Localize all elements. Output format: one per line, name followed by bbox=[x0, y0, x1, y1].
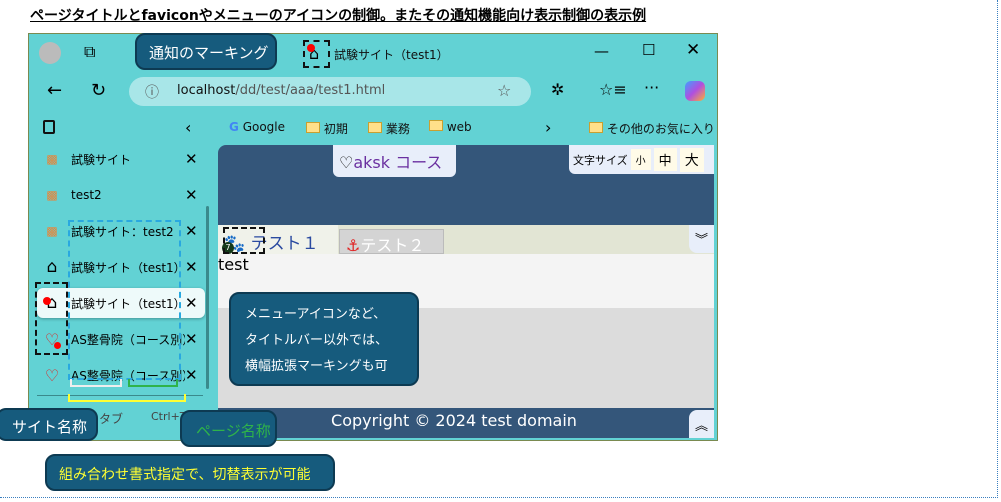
tab-icon-highlight bbox=[223, 227, 265, 254]
font-size-small-button[interactable]: 小 bbox=[630, 149, 651, 170]
google-icon: G bbox=[229, 120, 239, 134]
callout-menu-icon: メニューアイコンなど、 タイトルバー以外では、 横幅拡張マーキングも可 bbox=[229, 292, 419, 386]
heart-icon: ♡ bbox=[44, 365, 60, 385]
collapse-sidebar-icon[interactable]: ‹ bbox=[185, 118, 191, 137]
callout-site-name: サイト名称 bbox=[0, 408, 98, 441]
close-tab-icon[interactable]: ✕ bbox=[185, 330, 205, 348]
callout-combined: 組み合わせ書式指定で、切替表示が可能 bbox=[45, 454, 335, 491]
scroll-top-button[interactable]: ︽ bbox=[689, 410, 714, 438]
menu-tab-2[interactable]: ⚓テスト２ bbox=[339, 229, 444, 255]
refresh-button[interactable]: ↻ bbox=[91, 80, 106, 101]
info-icon[interactable]: ⓘ bbox=[145, 82, 159, 102]
other-bookmarks[interactable]: その他のお気に入り bbox=[589, 120, 715, 137]
bookmark-label: web bbox=[446, 120, 472, 134]
address-bar[interactable]: ⓘ localhost/dd/test/aaa/test1.html ☆ bbox=[129, 77, 531, 106]
body-text: test bbox=[218, 255, 249, 274]
callout-text: ページ名称 bbox=[196, 422, 271, 440]
title-range-highlight bbox=[68, 220, 181, 380]
bookmark-folder[interactable]: 初期 bbox=[306, 120, 348, 137]
marking-highlight bbox=[303, 40, 330, 68]
url-path: /dd/test/aaa/test1.html bbox=[235, 83, 386, 98]
icon-marking-highlight bbox=[35, 282, 68, 355]
font-size-label: 文字サイズ bbox=[573, 153, 628, 167]
favorite-star-icon[interactable]: ☆ bbox=[497, 81, 511, 100]
url-text: localhost/dd/test/aaa/test1.html bbox=[177, 83, 385, 98]
tab-label: test2 bbox=[71, 188, 102, 202]
new-tab-button[interactable]: タブ bbox=[99, 410, 123, 427]
callout-marking: 通知のマーキング bbox=[135, 33, 277, 70]
close-tab-icon[interactable]: ✕ bbox=[185, 258, 205, 276]
tab-title[interactable]: 試験サイト（test1） bbox=[334, 46, 449, 63]
more-menu-icon[interactable]: ··· bbox=[644, 78, 659, 97]
font-size-box: 文字サイズ 小 中 大 bbox=[569, 145, 714, 174]
menu-expand-button[interactable]: ︾ bbox=[689, 225, 714, 253]
menu-tab-label: テスト２ bbox=[360, 236, 425, 255]
profile-avatar[interactable] bbox=[39, 42, 61, 64]
callout-text: メニューアイコンなど、 bbox=[245, 307, 387, 322]
folder-icon bbox=[368, 122, 382, 133]
url-host: localhost bbox=[177, 83, 236, 98]
bookmark-label: Google bbox=[242, 120, 286, 134]
minimize-button[interactable]: — bbox=[594, 42, 609, 60]
site-name-bracket bbox=[70, 379, 122, 387]
other-bookmarks-label: その他のお気に入り bbox=[606, 122, 715, 136]
anchor-icon: ⚓ bbox=[346, 236, 361, 255]
cat-image-icon: ▩ bbox=[46, 152, 58, 166]
frame-border bbox=[0, 497, 998, 498]
cat-image-icon: ▩ bbox=[46, 188, 58, 202]
close-tab-icon[interactable]: ✕ bbox=[185, 222, 205, 240]
font-size-medium-button[interactable]: 中 bbox=[653, 148, 677, 171]
callout-text: 横幅拡張マーキングも可 bbox=[245, 359, 388, 374]
close-tab-icon[interactable]: ✕ bbox=[185, 150, 205, 168]
close-tab-icon[interactable]: ✕ bbox=[185, 294, 205, 312]
callout-text: 組み合わせ書式指定で、切替表示が可能 bbox=[59, 467, 311, 483]
callout-text: タイトルバー以外では、 bbox=[245, 333, 389, 348]
frame-border bbox=[997, 0, 998, 498]
sidebar-toggle-icon[interactable] bbox=[43, 120, 55, 134]
back-button[interactable]: ← bbox=[47, 80, 62, 101]
bookmarks-more-icon[interactable]: › bbox=[545, 118, 551, 137]
close-tab-icon[interactable]: ✕ bbox=[185, 366, 205, 384]
favorites-icon[interactable]: ☆≡ bbox=[599, 80, 627, 99]
workspaces-icon[interactable]: ⧉ bbox=[84, 42, 95, 62]
close-tab-icon[interactable]: ✕ bbox=[185, 186, 205, 204]
folder-icon bbox=[589, 122, 603, 133]
font-size-large-button[interactable]: 大 bbox=[679, 147, 704, 172]
page-title: ページタイトルとfaviconやメニューのアイコンの制御。またその通知機能向け表… bbox=[30, 8, 647, 24]
bookmark-label: 初期 bbox=[323, 122, 348, 136]
extensions-icon[interactable]: ✲ bbox=[551, 80, 564, 99]
heart-outline-icon: ♡ bbox=[339, 153, 354, 172]
cat-image-icon: ▩ bbox=[46, 224, 58, 238]
brand-name: aksk コース bbox=[353, 153, 443, 172]
combined-bracket bbox=[68, 394, 186, 402]
page-name-bracket bbox=[128, 379, 178, 387]
footer-copyright: Copyright © 2024 test domain bbox=[331, 411, 577, 430]
copilot-icon[interactable] bbox=[685, 81, 705, 101]
vertical-tab[interactable]: ▩ 試験サイト ✕ bbox=[37, 144, 205, 174]
close-window-button[interactable]: ✕ bbox=[686, 40, 700, 60]
bookmark-label: 業務 bbox=[385, 122, 410, 136]
home-icon: ⌂ bbox=[46, 257, 58, 277]
maximize-button[interactable]: ☐ bbox=[642, 41, 655, 59]
bookmark-folder[interactable]: web bbox=[429, 120, 472, 134]
tab-label: 試験サイト bbox=[71, 152, 132, 167]
bookmark-folder[interactable]: 業務 bbox=[368, 120, 410, 137]
brand-box[interactable]: ♡aksk コース bbox=[333, 145, 456, 177]
folder-icon bbox=[306, 122, 320, 133]
vertical-tab[interactable]: ▩ test2 ✕ bbox=[37, 180, 205, 210]
callout-page-name: ページ名称 bbox=[180, 410, 277, 447]
sidebar-scrollbar[interactable] bbox=[206, 206, 209, 389]
callout-text: 通知のマーキング bbox=[149, 44, 269, 62]
folder-icon bbox=[429, 120, 443, 131]
bookmark-google[interactable]: G Google bbox=[229, 120, 285, 134]
callout-text: サイト名称 bbox=[12, 418, 88, 436]
